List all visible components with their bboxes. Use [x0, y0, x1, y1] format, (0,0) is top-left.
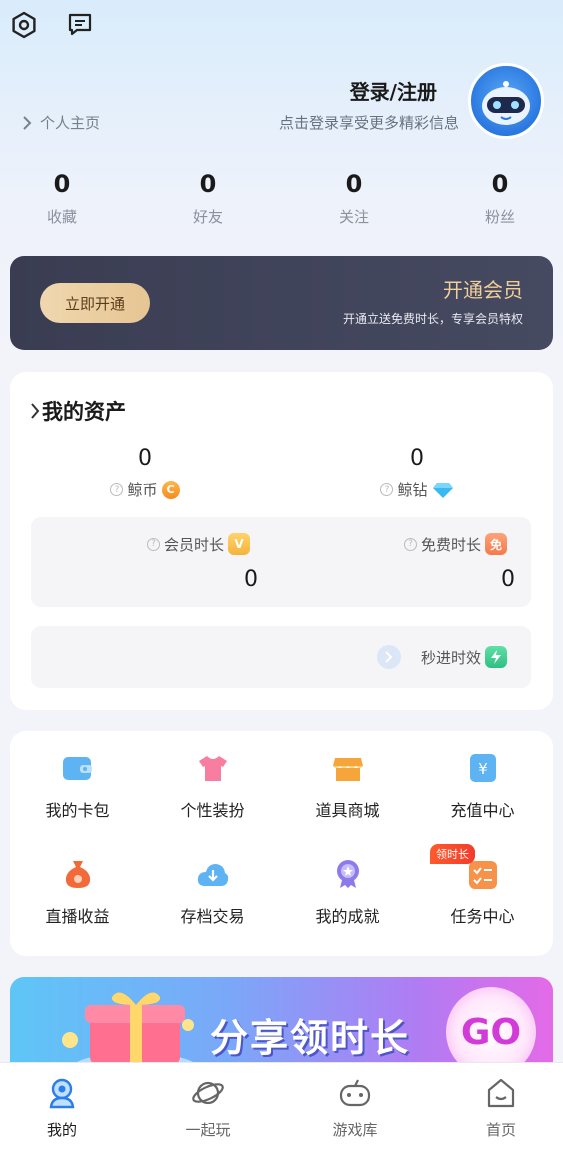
grid-item-label: 我的成就: [315, 907, 380, 926]
coins-label: 鲸币: [127, 481, 158, 499]
diamonds-balance[interactable]: 0 ? 鲸钻: [317, 446, 517, 500]
recharge-icon: ¥: [466, 751, 500, 785]
vip-subtitle: 开通立送免费时长，专享会员特权: [342, 312, 523, 326]
time-balance-box: ? 会员时长 V 0 ? 免费时长 免 0: [31, 517, 531, 607]
stat-following[interactable]: 0 关注: [304, 170, 404, 227]
vip-title: 开通会员: [443, 278, 523, 302]
free-time-num: 0: [501, 567, 515, 592]
grid-item-label: 任务中心: [450, 907, 515, 926]
grid-item-wallet[interactable]: 我的卡包: [10, 751, 145, 821]
arrow-right-icon: [377, 645, 401, 669]
member-time-label: 会员时长: [164, 535, 225, 554]
help-icon[interactable]: ?: [380, 483, 394, 496]
stat-label: 关注: [338, 208, 369, 226]
login-subtitle: 点击登录享受更多精彩信息: [278, 114, 459, 132]
vip-open-button[interactable]: 立即开通: [40, 283, 150, 323]
quick-entry-label: 秒进时效: [421, 648, 482, 667]
grid-item-shop[interactable]: 道具商城: [280, 751, 415, 821]
promo-text: 分享领时长: [210, 1016, 411, 1060]
grid-item-label: 存档交易: [180, 907, 245, 926]
assets-title[interactable]: 我的资产: [30, 396, 126, 426]
user-icon: [49, 1078, 75, 1109]
help-icon[interactable]: ?: [404, 537, 417, 551]
diamonds-num: 0: [410, 446, 424, 471]
stat-label: 收藏: [46, 208, 77, 226]
avatar[interactable]: [468, 63, 544, 139]
member-time[interactable]: ? 会员时长 V: [147, 533, 251, 555]
grid-item-label: 道具商城: [315, 801, 380, 820]
grid-item-outfit[interactable]: 个性装扮: [145, 751, 280, 821]
diamonds-label: 鲸钻: [397, 481, 428, 499]
member-time-num: 0: [244, 567, 258, 592]
nav-tab-play-together[interactable]: 一起玩: [138, 1077, 278, 1140]
quick-entry-box[interactable]: 秒进时效: [31, 626, 531, 688]
free-time[interactable]: ? 免费时长 免: [404, 533, 508, 555]
svg-text:¥: ¥: [478, 760, 488, 778]
stat-fans[interactable]: 0 粉丝: [450, 170, 550, 227]
lightning-icon: [485, 646, 508, 668]
robot-mascot-icon: [482, 81, 530, 125]
nav-label: 游戏库: [332, 1121, 378, 1139]
nav-tab-home[interactable]: 首页: [431, 1077, 563, 1140]
assets-title-label: 我的资产: [42, 400, 126, 424]
grid-item-label: 我的卡包: [45, 801, 110, 820]
nav-tab-mine[interactable]: 我的: [0, 1077, 132, 1140]
features-grid: 我的卡包 个性装扮 道具商城 ¥ 充值中心 直播收益 存档交易 我的成就 任务中…: [10, 731, 553, 956]
gamepad-icon: [339, 1079, 371, 1107]
money-bag-icon: [61, 857, 95, 891]
profile-home-link[interactable]: 个人主页: [22, 112, 100, 133]
shop-icon: [331, 751, 365, 785]
task-tag-badge: 领时长: [430, 844, 475, 864]
profile-home-label: 个人主页: [40, 114, 101, 132]
vip-banner[interactable]: 立即开通 开通会员 开通立送免费时长，专享会员特权: [10, 256, 553, 350]
whale-coin-icon: C: [161, 480, 180, 499]
vip-badge-icon: V: [228, 533, 251, 555]
grid-item-label: 个性装扮: [180, 801, 245, 820]
stat-label: 粉丝: [484, 208, 515, 226]
coins-balance[interactable]: 0 ? 鲸币 C: [45, 446, 245, 500]
quick-entry: 秒进时效: [421, 646, 508, 668]
stat-num: 0: [53, 170, 71, 198]
diamond-icon: [432, 482, 453, 498]
grid-item-archive-trade[interactable]: 存档交易: [145, 857, 280, 927]
assets-card: 我的资产 0 ? 鲸币 C 0 ? 鲸钻 ? 会员时长 V 0 ? 免费时长 免…: [10, 372, 553, 710]
grid-item-label: 充值中心: [450, 801, 515, 820]
chevron-right-icon: [23, 115, 32, 130]
help-icon[interactable]: ?: [110, 483, 124, 496]
stat-num: 0: [345, 170, 363, 198]
shirt-icon: [196, 751, 230, 785]
nav-label: 一起玩: [185, 1121, 231, 1139]
help-icon[interactable]: ?: [147, 537, 160, 551]
wallet-icon: [61, 751, 95, 785]
nav-label: 我的: [46, 1121, 77, 1139]
medal-icon: [331, 857, 365, 891]
planet-icon: [192, 1081, 224, 1105]
grid-item-live-income[interactable]: 直播收益: [10, 857, 145, 927]
stat-label: 好友: [192, 208, 223, 226]
settings-icon[interactable]: [7, 8, 41, 42]
bottom-nav: 我的 一起玩 游戏库 首页: [0, 1062, 563, 1153]
message-icon[interactable]: [63, 8, 97, 42]
grid-item-recharge[interactable]: ¥ 充值中心: [415, 751, 550, 821]
grid-item-label: 直播收益: [45, 907, 110, 926]
stat-favorites[interactable]: 0 收藏: [12, 170, 112, 227]
chevron-right-icon: [31, 403, 40, 419]
free-badge-icon: 免: [485, 533, 508, 555]
stat-num: 0: [491, 170, 509, 198]
nav-label: 首页: [485, 1121, 516, 1139]
nav-tab-game-library[interactable]: 游戏库: [285, 1077, 425, 1140]
stat-friends[interactable]: 0 好友: [158, 170, 258, 227]
login-title[interactable]: 登录/注册: [350, 76, 437, 105]
coins-num: 0: [138, 446, 152, 471]
grid-item-task-center[interactable]: 任务中心: [415, 857, 550, 927]
free-time-label: 免费时长: [421, 535, 482, 554]
home-icon: [487, 1078, 515, 1108]
stat-num: 0: [199, 170, 217, 198]
grid-item-achievement[interactable]: 我的成就: [280, 857, 415, 927]
cloud-download-icon: [196, 857, 230, 891]
